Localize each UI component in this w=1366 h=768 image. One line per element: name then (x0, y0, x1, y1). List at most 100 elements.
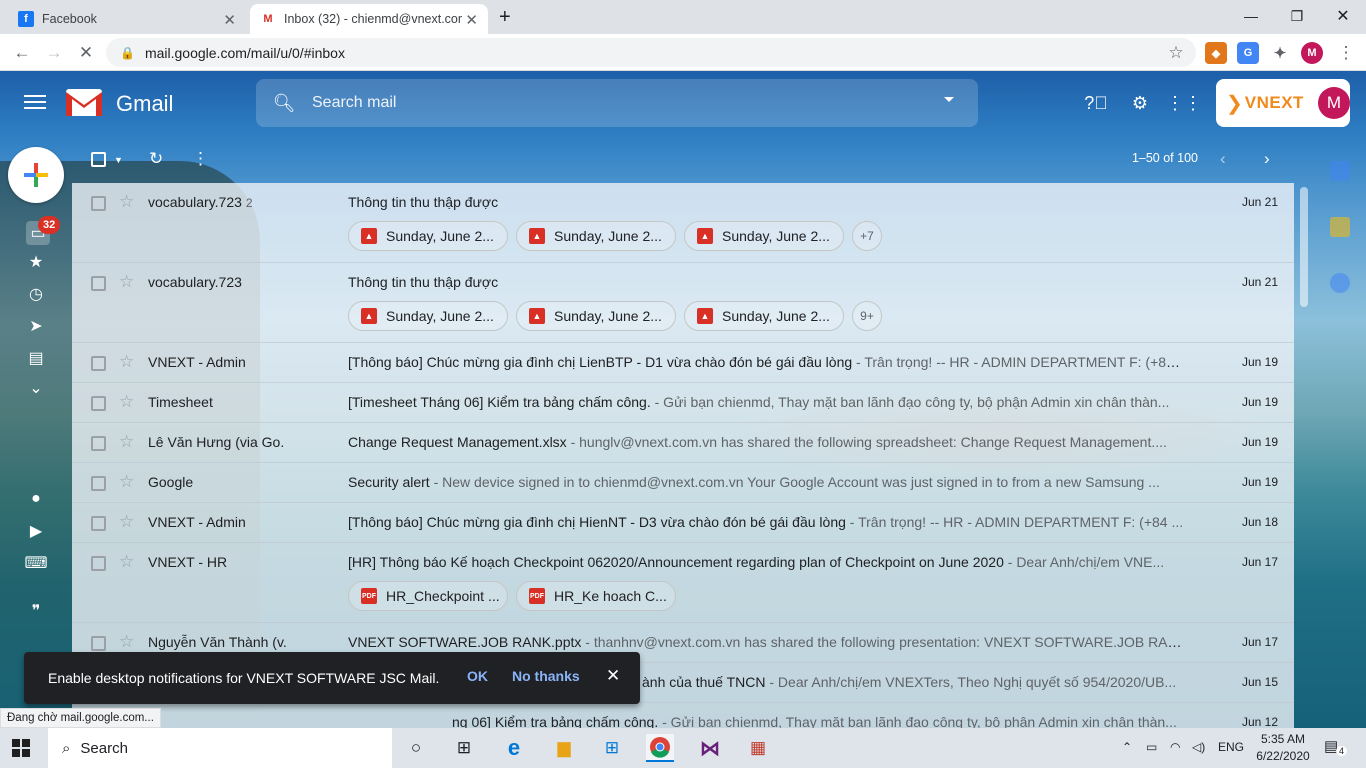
star-icon[interactable]: ☆ (119, 392, 134, 412)
close-snackbar-icon[interactable]: ✕ (606, 666, 620, 686)
search-icon[interactable]: 🔍︎ (256, 93, 312, 114)
profile-avatar[interactable]: M (1301, 42, 1323, 64)
more-attachments-chip[interactable]: +7 (852, 221, 882, 251)
new-tab-button[interactable]: + (499, 6, 511, 29)
store-icon[interactable]: ⊞ (598, 734, 626, 762)
wifi-icon[interactable]: ◠ (1170, 740, 1180, 754)
bookmark-star-icon[interactable]: ☆ (1164, 41, 1188, 65)
more-menu-icon[interactable]: ⋮ (1334, 41, 1358, 65)
keep-icon[interactable] (1330, 217, 1350, 237)
search-bar[interactable]: 🔍︎ Search mail (256, 79, 978, 127)
settings-gear-icon[interactable]: ⚙ (1128, 91, 1152, 115)
windows-start-icon[interactable] (12, 739, 30, 757)
search-input[interactable]: Search mail (312, 94, 396, 112)
search-options-icon[interactable] (944, 97, 954, 102)
calendar-icon[interactable] (1330, 161, 1350, 181)
more-labels-icon[interactable]: ⌄ (26, 378, 46, 398)
row-checkbox[interactable] (91, 516, 106, 531)
no-thanks-button[interactable]: No thanks (512, 668, 580, 684)
close-tab-icon[interactable]: ✕ (465, 11, 478, 29)
row-checkbox[interactable] (91, 276, 106, 291)
attachment-chip[interactable]: ▲ Sunday, June 2... (516, 221, 676, 251)
visual-studio-icon[interactable]: ⋈ (696, 734, 724, 762)
newer-page-icon[interactable]: ‹ (1220, 149, 1226, 169)
task-view-icon[interactable]: ⊞ (450, 734, 478, 762)
cortana-icon[interactable]: ○ (402, 734, 430, 762)
hangouts-contact-icon[interactable]: ● (26, 489, 46, 509)
enable-notifications-ok-button[interactable]: OK (467, 668, 488, 684)
select-all-checkbox[interactable] (91, 152, 106, 167)
email-row[interactable]: ☆ vocabulary.723 2 Thông tin thu thập đượ… (72, 183, 1294, 263)
scrollbar[interactable] (1298, 183, 1312, 728)
restore-icon[interactable]: ❐ (1274, 4, 1320, 28)
email-row[interactable]: ☆ VNEXT - HR [HR] Thông báo Kế hoạch Che… (72, 543, 1294, 623)
minimize-icon[interactable]: — (1228, 4, 1274, 28)
attachment-chip[interactable]: ▲ Sunday, June 2... (516, 301, 676, 331)
back-icon[interactable]: ← (10, 41, 34, 65)
older-page-icon[interactable]: › (1264, 149, 1270, 169)
snoozed-icon[interactable]: ◷ (26, 284, 46, 304)
email-row[interactable]: ☆ Timesheet [Timesheet Tháng 06] Kiểm tr… (72, 383, 1294, 423)
taskbar-search[interactable]: ⌕ Search (48, 728, 392, 768)
avatar[interactable]: M (1317, 87, 1350, 119)
close-tab-icon[interactable]: ✕ (223, 11, 236, 29)
attachment-chip[interactable]: ▲ Sunday, June 2... (348, 221, 508, 251)
attachment-chip[interactable]: PDF HR_Ke hoach C... (516, 581, 676, 611)
forward-icon[interactable]: → (42, 41, 66, 65)
email-row[interactable]: ☆ vocabulary.723 Thông tin thu thập được… (72, 263, 1294, 343)
row-checkbox[interactable] (91, 476, 106, 491)
more-actions-icon[interactable]: ⋮ (192, 149, 209, 169)
hangouts-chat-icon[interactable]: ❞ (26, 601, 46, 621)
meet-video-icon[interactable]: ▶ (26, 521, 46, 541)
file-explorer-icon[interactable]: ▆ (550, 734, 578, 762)
star-icon[interactable]: ☆ (119, 552, 134, 572)
account-switcher[interactable]: ❯ VNEXT M (1216, 79, 1350, 127)
email-row[interactable]: ☆ VNEXT - Admin [Thông báo] Chúc mừng gi… (72, 343, 1294, 383)
row-checkbox[interactable] (91, 196, 106, 211)
attachment-chip[interactable]: ▲ Sunday, June 2... (348, 301, 508, 331)
email-row[interactable]: ☆ VNEXT - Admin [Thông báo] Chúc mừng gi… (72, 503, 1294, 543)
help-icon[interactable]: ?⃝ (1084, 91, 1108, 115)
main-menu-icon[interactable] (24, 92, 46, 114)
volume-icon[interactable]: ◁) (1192, 740, 1205, 754)
sent-icon[interactable]: ➤ (26, 316, 46, 336)
row-checkbox[interactable] (91, 436, 106, 451)
select-options-chevron-icon[interactable]: ▼ (114, 155, 123, 165)
translate-icon[interactable]: G (1237, 42, 1259, 64)
attachment-chip[interactable]: PDF HR_Checkpoint ... (348, 581, 508, 611)
app-icon[interactable]: ▦ (744, 734, 772, 762)
apps-grid-icon[interactable]: ⋮⋮ (1166, 91, 1202, 115)
star-icon[interactable]: ☆ (119, 272, 134, 292)
tab-gmail-inbox[interactable]: M Inbox (32) - chienmd@vnext.com ✕ (250, 4, 488, 34)
edge-icon[interactable]: e (500, 734, 528, 762)
attachment-chip[interactable]: ▲ Sunday, June 2... (684, 301, 844, 331)
address-bar[interactable]: 🔒 mail.google.com/mail/u/0/#inbox (106, 38, 1196, 67)
chrome-icon[interactable] (646, 734, 674, 762)
keyboard-icon[interactable]: ⌨ (24, 553, 47, 573)
attachment-chip[interactable]: ▲ Sunday, June 2... (684, 221, 844, 251)
taskbar-clock[interactable]: 5:35 AM 6/22/2020 (1250, 731, 1316, 765)
star-icon[interactable]: ☆ (119, 472, 134, 492)
drafts-icon[interactable]: ▤ (26, 348, 46, 368)
extensions-icon[interactable]: ✦ (1269, 42, 1291, 64)
row-checkbox[interactable] (91, 636, 106, 651)
battery-icon[interactable]: ▭ (1146, 740, 1157, 754)
email-row[interactable]: ☆ ng 06] Kiểm tra bảng chấm công. - Gửi … (72, 703, 1294, 728)
starred-icon[interactable]: ★ (26, 252, 46, 272)
row-checkbox[interactable] (91, 396, 106, 411)
star-icon[interactable]: ☆ (119, 192, 134, 212)
window-close-icon[interactable]: ✕ (1320, 4, 1366, 28)
stop-loading-icon[interactable]: ✕ (74, 41, 98, 65)
row-checkbox[interactable] (91, 556, 106, 571)
refresh-icon[interactable]: ↻ (149, 149, 163, 169)
tasks-icon[interactable] (1330, 273, 1350, 293)
star-icon[interactable]: ☆ (119, 432, 134, 452)
scrollbar-thumb[interactable] (1300, 187, 1308, 307)
email-row[interactable]: ☆ Google Security alert - New device sig… (72, 463, 1294, 503)
compose-button[interactable] (8, 147, 64, 203)
language-indicator[interactable]: ENG (1218, 740, 1244, 754)
row-checkbox[interactable] (91, 356, 106, 371)
email-row[interactable]: ☆ Lê Văn Hưng (via Go. Change Request Ma… (72, 423, 1294, 463)
metamask-icon[interactable]: ◆ (1205, 42, 1227, 64)
star-icon[interactable]: ☆ (119, 512, 134, 532)
